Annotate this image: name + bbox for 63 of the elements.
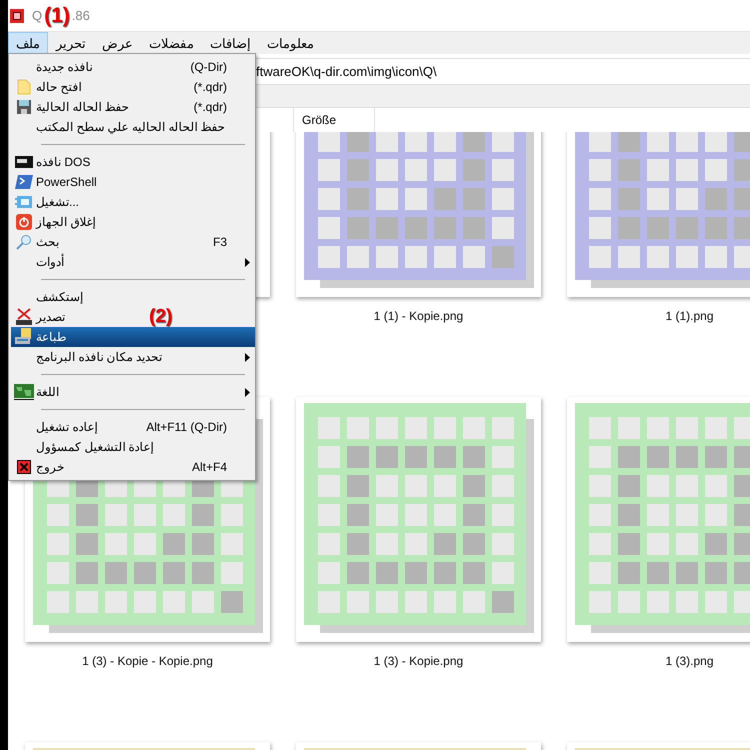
shortcut-text: (*.qdr) [194, 100, 228, 114]
menu-item[interactable]: تشغيل... [11, 192, 255, 212]
search-icon [16, 234, 32, 250]
run-window-icon [14, 195, 32, 209]
menu-item[interactable]: نافذه DOS [11, 152, 255, 172]
file-name: 1 (1) - Kopie.png [374, 309, 464, 325]
file-name: 1 (3) - Kopie - Kopie.png [82, 654, 213, 670]
menu-item[interactable]: مفضلات [141, 32, 202, 54]
printer-icon [14, 328, 32, 346]
menu-item-label: PowerShell [36, 175, 97, 189]
menu-item-label: إستكشف [36, 290, 83, 304]
menu-item-label: إغلاق الجهاز [36, 215, 96, 229]
window-title: Q [32, 8, 42, 23]
shortcut-text: Alt+F11 (Q-Dir) [146, 420, 228, 434]
file-name: 1 (3).png [665, 654, 714, 670]
menu-item-label: إعادة التشغيل كمسؤول [36, 440, 154, 454]
file-name: 1 (1).png [665, 309, 714, 325]
menu-item-label: تشغيل... [36, 195, 80, 209]
close-icon [16, 460, 30, 474]
menu-item[interactable]: معلومات [259, 32, 322, 54]
menu-item-label: اللغة [36, 385, 59, 399]
menu-item[interactable]: تحرير [48, 32, 94, 54]
menu-item-label: تصدير [36, 310, 65, 324]
crossed-tool-icon [14, 308, 32, 326]
menu-item-label: خروج [36, 460, 64, 474]
menu-item-label: طباعة [36, 330, 67, 344]
menu-item[interactable]: عرض [94, 32, 141, 54]
menu-item[interactable]: طباعة [11, 327, 255, 347]
menu-item[interactable]: أدوات [11, 252, 255, 272]
menu-item-label: إعاده تشغيل [36, 420, 98, 434]
menu-item-label: حفظ الحاله الحاليه علي سطح المكتب [36, 120, 225, 134]
menu-item[interactable]: اللغة [11, 382, 255, 402]
menu-item-label: أدوات [36, 255, 64, 269]
app-icon [10, 8, 24, 22]
window-title: .86 [72, 8, 90, 23]
file-name: 1 (3) - Kopie.png [374, 654, 464, 670]
address-text: ftwareOK\q-dir.com\img\icon\Q\ [256, 64, 437, 79]
annotation-label: (1) [44, 4, 70, 28]
submenu-arrow-icon [245, 388, 250, 396]
submenu-arrow-icon [245, 258, 250, 266]
menu-item[interactable]: ملف [8, 32, 48, 54]
menu-item[interactable]: PowerShell [11, 172, 255, 192]
menu-item[interactable]: إضافات [202, 32, 259, 54]
menu-item-label: تحديد مكان نافذه البرنامج [36, 350, 162, 364]
submenu-arrow-icon [245, 352, 250, 362]
power-icon [16, 214, 32, 230]
menu-item-label: حفظ الحاله الحالية [36, 100, 129, 114]
menu-item[interactable]: إستكشف [11, 287, 255, 307]
menu-item[interactable]: حفظ الحاله الحاليه علي سطح المكتب [11, 117, 255, 137]
menu-item[interactable]: إغلاق الجهاز [11, 212, 255, 232]
shortcut-text: (Q-Dir) [190, 60, 228, 74]
terminal-icon [14, 156, 32, 168]
folder-icon [16, 79, 32, 95]
menu-item[interactable]: إعادة التشغيل كمسؤول [11, 437, 255, 457]
annotation-label: (2) [149, 307, 172, 327]
menu-item-label: بحث [36, 235, 59, 249]
shortcut-text: F3 [212, 235, 228, 249]
menu-item-label: نافذه DOS [36, 155, 90, 169]
globe-map-icon [14, 384, 34, 400]
menu-item-label: نافذه جديدة [36, 60, 92, 74]
menu-item[interactable]: تحديد مكان نافذه البرنامج [11, 347, 255, 367]
shortcut-text: Alt+F4 [192, 460, 228, 474]
shell-prompt-icon [14, 175, 32, 189]
